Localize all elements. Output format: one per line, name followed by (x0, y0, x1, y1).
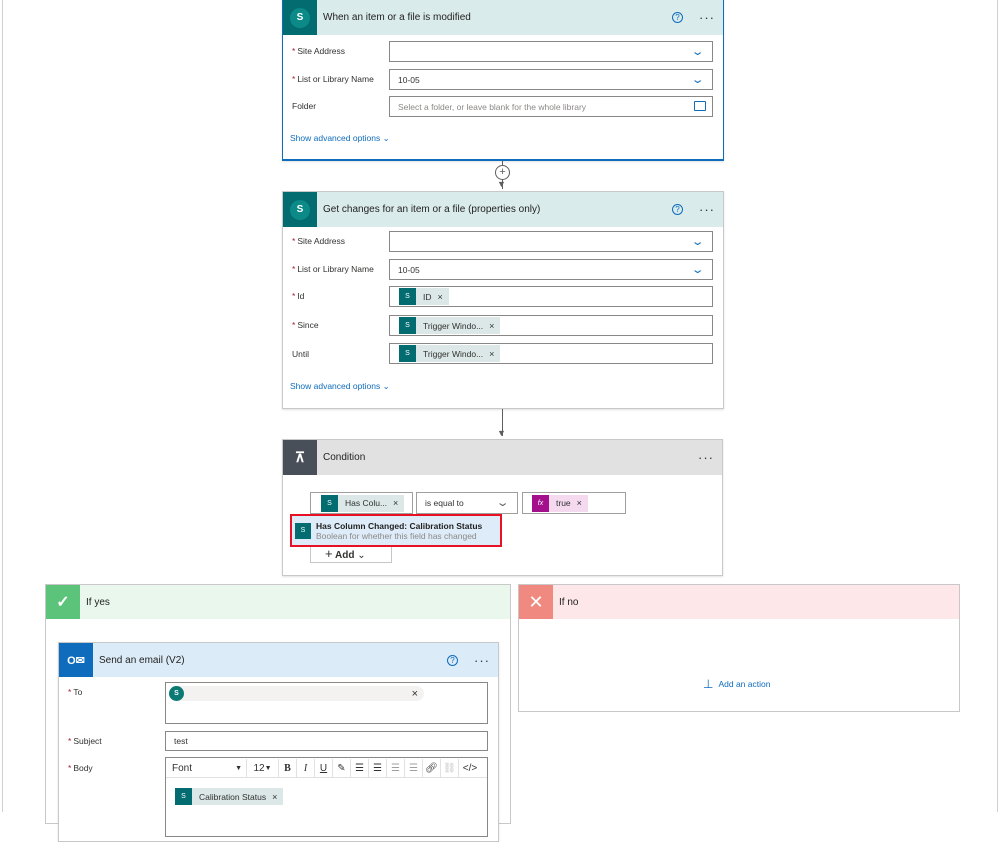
color-pen-icon[interactable]: ✎ (333, 759, 351, 777)
site-address-input[interactable]: ⌄ (389, 231, 713, 252)
numbered-list-icon[interactable]: ☰ (369, 759, 387, 777)
add-action-button[interactable]: ⊥ Add an action (703, 677, 770, 691)
expression-token[interactable]: fx true × (532, 494, 588, 512)
site-address-input[interactable]: ⌄ (389, 41, 713, 62)
sharepoint-icon: S (399, 288, 416, 305)
remove-icon[interactable]: × (393, 498, 398, 508)
underline-icon[interactable]: U (315, 759, 333, 777)
remove-icon[interactable]: × (438, 292, 443, 302)
close-icon: ✕ (519, 585, 553, 619)
remove-icon[interactable]: × (272, 792, 277, 802)
list-name-input[interactable]: 10-05 ⌄ (389, 69, 713, 90)
condition-card[interactable]: ⊼ Condition ··· S Has Colu... × is equal t… (282, 439, 723, 576)
sharepoint-icon: S (283, 0, 317, 35)
if-yes-branch: ✓ If yes O✉ Send an email (V2) ? ··· * To… (45, 584, 511, 842)
field-label: * Site Address (292, 46, 346, 56)
card-title: When an item or a file is modified (323, 12, 471, 23)
folder-input[interactable]: Select a folder, or leave blank for the … (389, 96, 713, 117)
code-view-icon[interactable]: </> (459, 759, 481, 777)
to-input[interactable]: S × (165, 682, 488, 724)
remove-icon[interactable]: × (489, 349, 494, 359)
condition-left-operand[interactable]: S Has Colu... × (310, 492, 413, 514)
remove-icon[interactable]: × (489, 321, 494, 331)
send-email-card[interactable]: O✉ Send an email (V2) ? ··· * To S × * Sub… (58, 642, 499, 842)
trigger-card[interactable]: S When an item or a file is modified ? ·… (282, 0, 724, 161)
list-name-input[interactable]: 10-05 ⌄ (389, 259, 713, 280)
bullet-list-icon[interactable]: ☰ (351, 759, 369, 777)
condition-operator-select[interactable]: is equal to ⌄ (416, 492, 518, 514)
dynamic-token[interactable]: S Has Colu... × (321, 494, 405, 512)
card-title: Condition (323, 452, 366, 463)
decrease-indent-icon[interactable]: ☰ (387, 759, 405, 777)
recipient-chip[interactable]: S × (169, 686, 424, 701)
sharepoint-icon: S (283, 192, 317, 227)
avatar: S (169, 686, 184, 701)
card-title: Send an email (V2) (99, 654, 185, 666)
arrow-down-icon: ▼ (497, 428, 506, 438)
condition-icon: ⊼ (283, 440, 317, 475)
more-options-icon[interactable]: ··· (699, 10, 715, 25)
if-no-branch: ✕ If no ⊥ Add an action (518, 584, 960, 712)
chevron-down-icon[interactable]: ⌄ (690, 45, 704, 58)
chevron-down-icon[interactable]: ⌄ (690, 263, 704, 276)
show-advanced-link[interactable]: Show advanced options ⌄ (290, 133, 390, 144)
increase-indent-icon[interactable]: ☰ (405, 759, 423, 777)
help-icon[interactable]: ? (447, 654, 458, 666)
since-input[interactable]: S Trigger Windo... × (389, 315, 713, 336)
get-changes-card[interactable]: S Get changes for an item or a file (pro… (282, 191, 724, 409)
sharepoint-icon: S (321, 494, 338, 512)
add-action-icon: ⊥ (703, 677, 714, 691)
remove-icon[interactable]: × (577, 498, 582, 508)
insert-step-button[interactable]: + (495, 165, 510, 180)
checkmark-icon: ✓ (46, 585, 80, 619)
font-select[interactable]: Font ▼ (168, 759, 247, 777)
unlink-icon[interactable]: ⛓ (441, 759, 459, 777)
help-icon[interactable]: ? (672, 204, 683, 215)
body-editor[interactable]: Font ▼ 12 ▼ B I U ✎ ☰ ☰ ☰ ☰ 🔗︎ ⛓ </> S Cali… (165, 757, 488, 837)
more-options-icon[interactable]: ··· (698, 450, 714, 465)
sharepoint-icon: S (399, 345, 416, 362)
more-options-icon[interactable]: ··· (474, 653, 490, 668)
dynamic-token[interactable]: S Trigger Windo... × (399, 345, 501, 362)
remove-icon[interactable]: × (412, 688, 418, 700)
help-icon[interactable]: ? (672, 12, 683, 23)
branch-title: If yes (86, 596, 110, 608)
id-input[interactable]: S ID × (389, 286, 713, 307)
link-icon[interactable]: 🔗︎ (423, 759, 441, 777)
chevron-down-icon[interactable]: ⌄ (690, 235, 704, 248)
dynamic-token[interactable]: S ID × (399, 288, 449, 305)
fx-icon: fx (532, 494, 549, 512)
sharepoint-icon: S (295, 522, 311, 539)
folder-icon[interactable] (694, 101, 706, 111)
dynamic-token[interactable]: S Trigger Windo... × (399, 317, 501, 334)
italic-icon[interactable]: I (297, 759, 315, 777)
token-tooltip: S Has Column Changed: Calibration Status… (290, 514, 502, 547)
sharepoint-icon: S (399, 317, 416, 334)
condition-right-operand[interactable]: fx true × (522, 492, 626, 514)
sharepoint-icon: S (175, 788, 192, 805)
arrow-down-icon: ▼ (497, 179, 506, 189)
show-advanced-link[interactable]: Show advanced options ⌄ (290, 381, 390, 392)
outlook-icon: O✉ (59, 643, 93, 677)
font-size-select[interactable]: 12 ▼ (247, 759, 279, 777)
editor-toolbar: Font ▼ 12 ▼ B I U ✎ ☰ ☰ ☰ ☰ 🔗︎ ⛓ </> (166, 758, 487, 778)
branch-title: If no (559, 596, 579, 608)
card-title: Get changes for an item or a file (prope… (323, 204, 541, 215)
chevron-down-icon[interactable]: ⌄ (690, 73, 704, 86)
dynamic-token[interactable]: S Calibration Status × (175, 788, 284, 805)
until-input[interactable]: S Trigger Windo... × (389, 343, 713, 364)
subject-input[interactable]: test (165, 731, 488, 751)
bold-icon[interactable]: B (279, 759, 297, 777)
more-options-icon[interactable]: ··· (699, 202, 715, 217)
